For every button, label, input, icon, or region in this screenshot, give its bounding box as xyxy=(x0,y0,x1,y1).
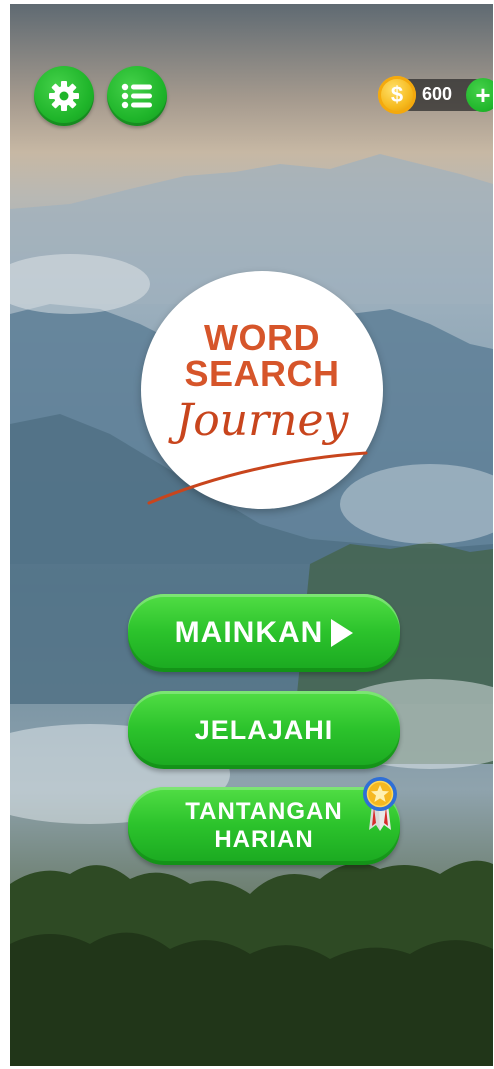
coin-balance: $ 600 + xyxy=(378,76,493,114)
list-icon xyxy=(121,83,152,109)
coin-icon: $ xyxy=(378,76,416,114)
game-logo: WORD SEARCH Journey xyxy=(141,271,383,509)
explore-button[interactable]: JELAJAHI xyxy=(128,691,400,769)
settings-button[interactable] xyxy=(34,66,94,126)
home-screen: $ 600 + WORD SEARCH Journey MAINKAN JELA… xyxy=(10,4,493,1066)
background-landscape xyxy=(10,154,493,1066)
gear-icon xyxy=(49,81,79,111)
coin-count: 600 xyxy=(422,84,453,104)
play-icon xyxy=(331,619,354,647)
medal-icon xyxy=(363,777,397,831)
explore-button-label: JELAJAHI xyxy=(194,714,334,745)
logo-swoosh xyxy=(147,451,368,505)
add-coins-button[interactable]: + xyxy=(466,78,493,112)
daily-challenge-label-line1: TANTANGAN xyxy=(185,798,343,825)
daily-challenge-label-line2: HARIAN xyxy=(214,826,314,853)
play-button[interactable]: MAINKAN xyxy=(128,594,400,672)
play-button-label: MAINKAN xyxy=(174,616,324,649)
list-button[interactable] xyxy=(107,66,167,126)
